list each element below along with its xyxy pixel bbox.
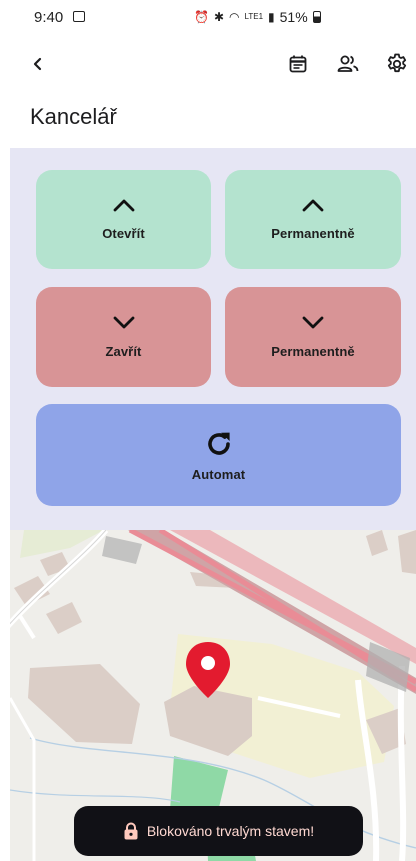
battery-icon xyxy=(312,11,321,23)
alarm-icon: ⏰ xyxy=(194,10,209,24)
status-indicators: ⏰ ✱ ◠ LTE1 ▮ 51% xyxy=(194,9,321,25)
open-permanent-button[interactable]: Permanentně xyxy=(225,170,401,269)
network-label: LTE1 xyxy=(244,12,264,21)
refresh-icon xyxy=(207,432,230,455)
status-toast: Blokováno trvalým stavem! xyxy=(74,806,363,856)
toast-text: Blokováno trvalým stavem! xyxy=(146,823,315,839)
battery-percent: 51% xyxy=(279,9,308,25)
screen: 9:40 ⏰ ✱ ◠ LTE1 ▮ 51% Kancelář Otevřít P… xyxy=(0,0,416,861)
chevron-up-icon xyxy=(113,199,134,212)
chevron-up-icon xyxy=(302,199,324,212)
automat-button-label: Automat xyxy=(191,466,246,482)
back-button[interactable] xyxy=(24,50,52,78)
automat-button[interactable]: Automat xyxy=(36,404,401,506)
close-permanent-label: Permanentně xyxy=(271,343,355,359)
chevron-left-icon xyxy=(33,57,42,71)
open-permanent-label: Permanentně xyxy=(271,226,355,241)
gear-icon xyxy=(387,53,407,73)
people-icon xyxy=(337,55,359,72)
close-button[interactable]: Zavřít xyxy=(36,287,211,387)
wifi-icon: ◠ xyxy=(229,10,240,24)
app-bar xyxy=(0,42,416,88)
page-title: Kancelář xyxy=(30,104,117,129)
chevron-down-icon xyxy=(302,316,324,328)
close-permanent-button[interactable]: Permanentně xyxy=(225,287,401,387)
control-panel: Otevřít Permanentně Zavřít Permanentně A… xyxy=(10,148,416,530)
chevron-down-icon xyxy=(113,316,134,328)
calendar-button[interactable] xyxy=(284,50,312,78)
bluetooth-icon: ✱ xyxy=(213,10,225,24)
settings-button[interactable] xyxy=(383,50,411,78)
users-button[interactable] xyxy=(334,50,362,78)
lock-icon xyxy=(124,822,138,840)
status-bar: 9:40 ⏰ ✱ ◠ LTE1 ▮ 51% xyxy=(0,0,416,34)
open-button[interactable]: Otevřít xyxy=(36,170,211,269)
open-button-label: Otevřít xyxy=(102,226,145,241)
close-button-label: Zavřít xyxy=(105,343,142,359)
signal-icon: ▮ xyxy=(268,10,275,24)
gallery-notification-icon xyxy=(73,11,85,22)
status-time: 9:40 xyxy=(34,9,64,26)
calendar-icon xyxy=(289,55,307,73)
